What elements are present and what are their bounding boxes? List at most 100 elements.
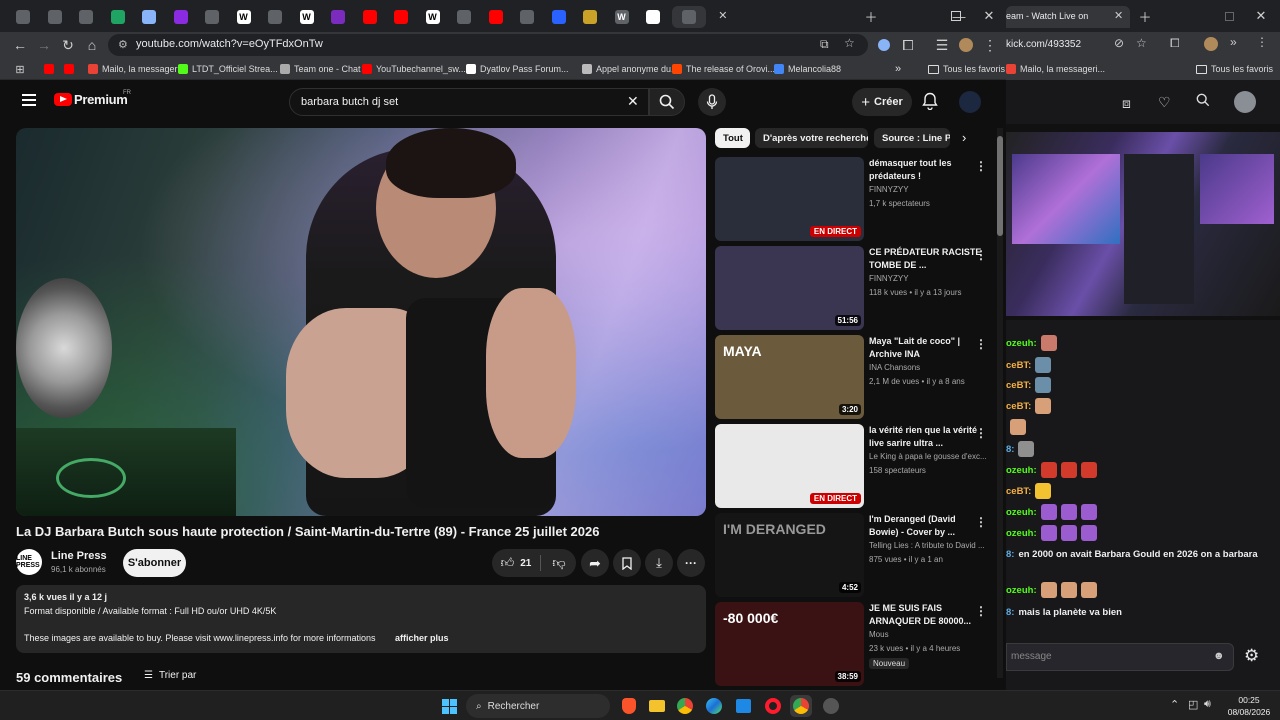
- install-app-icon[interactable]: ⧉: [820, 37, 829, 52]
- home-icon[interactable]: ⌂: [82, 35, 102, 55]
- browser-tab[interactable]: [105, 6, 131, 28]
- hide-eye-icon[interactable]: ⊘: [1114, 36, 1124, 50]
- chrome-icon-notify[interactable]: [820, 695, 842, 717]
- browser-tab[interactable]: [577, 6, 603, 28]
- browser-tab[interactable]: [199, 6, 225, 28]
- chat-settings-gear-icon[interactable]: ⚙: [1244, 646, 1259, 666]
- chat-username[interactable]: 8:: [1006, 607, 1014, 618]
- video-thumbnail[interactable]: MAYA 3:20: [715, 335, 864, 419]
- notifications-bell-icon[interactable]: [922, 92, 938, 115]
- volume-icon[interactable]: 🔊︎: [1204, 698, 1211, 711]
- browser-tab[interactable]: [262, 6, 288, 28]
- browser-tab[interactable]: [73, 6, 99, 28]
- chat-input[interactable]: message ☻: [1006, 643, 1234, 671]
- more-options-icon[interactable]: ⋮: [975, 159, 987, 173]
- extension-icon[interactable]: [874, 35, 894, 55]
- chat-username[interactable]: 8:: [1006, 549, 1014, 560]
- chat-username[interactable]: 8:: [1006, 444, 1014, 455]
- recommended-channel[interactable]: Le King à papa le gousse d'exc...: [869, 452, 989, 461]
- search-input[interactable]: barbara butch dj set ✕: [289, 88, 649, 116]
- more-options-icon[interactable]: ⋮: [975, 337, 987, 351]
- all-bookmarks-folder[interactable]: Tous les favoris: [928, 62, 1005, 76]
- bookmark-youtube-icon-2[interactable]: [64, 62, 74, 76]
- kick-search-icon[interactable]: [1196, 93, 1210, 112]
- browser-tab[interactable]: [10, 6, 36, 28]
- back-icon[interactable]: ←: [10, 35, 30, 55]
- recommended-title[interactable]: démasquer tout les prédateurs !: [869, 157, 983, 183]
- recommended-title[interactable]: Maya "Lait de coco" | Archive INA: [869, 335, 983, 361]
- voice-search-button[interactable]: [698, 88, 726, 116]
- chat-username[interactable]: ceBT:: [1006, 360, 1031, 371]
- download-button[interactable]: ⤓: [645, 549, 673, 577]
- more-options-icon[interactable]: ⋮: [975, 515, 987, 529]
- recommended-video[interactable]: EN DIRECT la vérité rien que la vérité li…: [715, 424, 995, 508]
- chat-username[interactable]: ceBT:: [1006, 401, 1031, 412]
- video-thumbnail[interactable]: -80 000€ 38:59: [715, 602, 864, 686]
- stream-preview[interactable]: [1006, 124, 1280, 320]
- chat-username[interactable]: ozeuh:: [1006, 528, 1037, 539]
- all-bookmarks-right[interactable]: Tous les favoris: [1196, 62, 1273, 76]
- recommended-video[interactable]: EN DIRECT démasquer tout les prédateurs !…: [715, 157, 995, 241]
- profile-icon-right[interactable]: [1204, 37, 1218, 51]
- browser-tab[interactable]: [42, 6, 68, 28]
- chrome-icon-active[interactable]: [790, 695, 812, 717]
- browser-tab[interactable]: [136, 6, 162, 28]
- video-thumbnail[interactable]: EN DIRECT: [715, 157, 864, 241]
- forward-icon[interactable]: →: [34, 35, 54, 55]
- more-actions-button[interactable]: ···: [677, 549, 705, 577]
- bookmark-star-icon-right[interactable]: ☆: [1136, 36, 1147, 50]
- video-thumbnail[interactable]: 51:56: [715, 246, 864, 330]
- recommended-title[interactable]: la vérité rien que la vérité live sarire…: [869, 424, 983, 450]
- browser-tab[interactable]: W: [294, 6, 320, 28]
- more-options-icon[interactable]: ⋮: [975, 248, 987, 262]
- like-button[interactable]: 👍︎ 21: [492, 549, 540, 577]
- bookmark-item[interactable]: Dyatlov Pass Forum...: [466, 62, 569, 76]
- tray-chevron-icon[interactable]: ⌃: [1170, 698, 1179, 711]
- menu-hamburger-icon[interactable]: [22, 94, 36, 106]
- browser-tab[interactable]: W: [609, 6, 635, 28]
- bookmark-item[interactable]: Team one - Chat: [280, 62, 361, 76]
- recommended-channel[interactable]: FINNYZYY: [869, 185, 989, 194]
- bookmark-item[interactable]: Melancolia88: [774, 62, 841, 76]
- bookmark-item[interactable]: Appel anonyme du...: [582, 62, 679, 76]
- browser-tab[interactable]: [483, 6, 509, 28]
- browser-tab[interactable]: [388, 6, 414, 28]
- system-clock[interactable]: 00:25 08/08/2026: [1222, 694, 1276, 718]
- chip-all[interactable]: Tout: [715, 128, 750, 148]
- browser-menu-icon[interactable]: ⋮: [980, 35, 1000, 55]
- file-explorer-icon[interactable]: [646, 695, 668, 717]
- scrollbar-thumb[interactable]: [997, 136, 1003, 236]
- bookmarks-overflow[interactable]: »: [895, 62, 901, 76]
- bookmark-item[interactable]: YouTubechannel_sw...: [362, 62, 466, 76]
- browser-tab[interactable]: [357, 6, 383, 28]
- brave-browser-icon[interactable]: [618, 695, 640, 717]
- browser-menu-icon-right[interactable]: ⋮: [1256, 35, 1268, 49]
- browser-tab[interactable]: [546, 6, 572, 28]
- site-info-icon[interactable]: ⚙: [118, 38, 128, 51]
- tab-search-icon[interactable]: ☰: [932, 35, 952, 55]
- browser-tab[interactable]: ✕: [671, 6, 728, 28]
- profile-avatar-icon[interactable]: [956, 35, 976, 55]
- chat-username[interactable]: ozeuh:: [1006, 585, 1037, 596]
- dislike-button[interactable]: 👎︎: [542, 549, 576, 577]
- page-scrollbar[interactable]: [997, 128, 1003, 678]
- kick-user-avatar[interactable]: [1234, 91, 1256, 113]
- chip-source[interactable]: Source : Line Pr: [874, 128, 950, 148]
- following-heart-icon[interactable]: ♡: [1158, 94, 1171, 111]
- chat-username[interactable]: ozeuh:: [1006, 338, 1037, 349]
- clear-search-icon[interactable]: ✕: [627, 93, 639, 110]
- chrome-icon-1[interactable]: [674, 695, 696, 717]
- video-thumbnail[interactable]: I'M DERANGED 4:52: [715, 513, 864, 597]
- recommended-title[interactable]: CE PRÉDATEUR RACISTE TOMBE DE ...: [869, 246, 983, 272]
- chat-username[interactable]: ceBT:: [1006, 380, 1031, 391]
- browser-tab[interactable]: [168, 6, 194, 28]
- recommended-title[interactable]: I'm Deranged (David Bowie) - Cover by ..…: [869, 513, 983, 539]
- bookmark-mailo-right[interactable]: Mailo, la messageri...: [1006, 62, 1105, 76]
- chat-username[interactable]: ozeuh:: [1006, 507, 1037, 518]
- network-icon[interactable]: ◰: [1188, 698, 1198, 711]
- close-window-icon-right[interactable]: ✕: [1246, 6, 1276, 26]
- right-url-text[interactable]: kick.com/493352: [1006, 39, 1081, 50]
- opera-icon[interactable]: [762, 695, 784, 717]
- maximize-icon[interactable]: [945, 6, 967, 26]
- windows-start-icon[interactable]: [438, 695, 460, 717]
